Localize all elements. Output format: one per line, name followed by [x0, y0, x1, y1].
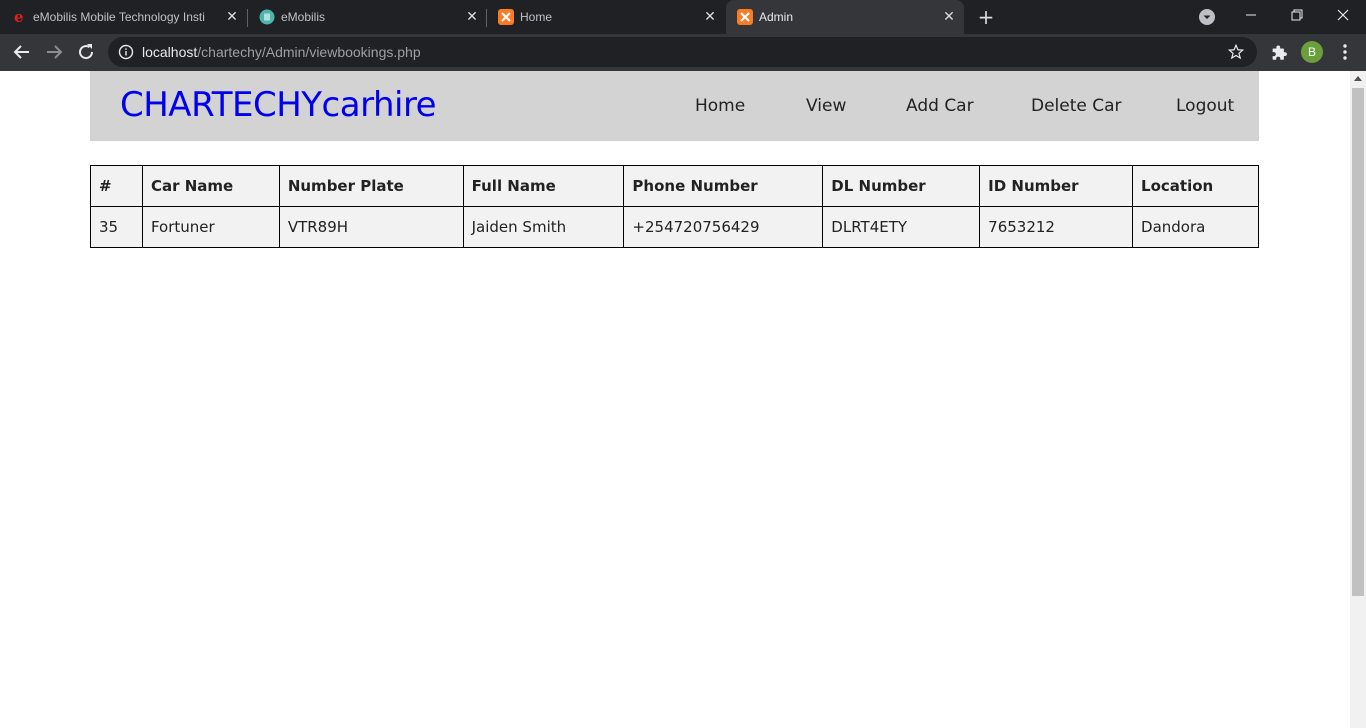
xampp-icon	[737, 9, 753, 25]
tab-title: Home	[520, 10, 553, 24]
vertical-scrollbar[interactable]	[1350, 71, 1366, 728]
xampp-icon	[498, 9, 514, 25]
cell-dl-number: DLRT4ETY	[822, 206, 981, 248]
cell-phone-number: +254720756429	[623, 206, 824, 248]
nav-add-car-link[interactable]: Add Car	[906, 95, 974, 117]
table-header-row: # Car Name Number Plate Full Name Phone …	[90, 165, 1259, 207]
nav-delete-car-link[interactable]: Delete Car	[1031, 95, 1122, 117]
browser-menu-icon[interactable]	[1337, 43, 1353, 61]
cell-location: Dandora	[1132, 206, 1259, 248]
close-tab-icon[interactable]: ✕	[941, 9, 957, 25]
bookings-table: # Car Name Number Plate Full Name Phone …	[90, 165, 1259, 248]
tab-emobilis-institute[interactable]: e eMobilis Mobile Technology Insti ✕	[0, 0, 246, 34]
tab-emobilis[interactable]: eMobilis ✕	[248, 0, 486, 34]
close-tab-icon[interactable]: ✕	[702, 9, 718, 25]
nav-home-link[interactable]: Home	[695, 95, 745, 117]
close-tab-icon[interactable]: ✕	[224, 9, 240, 25]
nav-view-link[interactable]: View	[806, 95, 846, 117]
new-tab-plus-icon[interactable]: +	[976, 7, 996, 27]
col-header-full-name: Full Name	[462, 165, 625, 207]
tab-title: Admin	[759, 10, 794, 24]
browser-tab-strip: e eMobilis Mobile Technology Insti ✕ eMo…	[0, 0, 1366, 34]
cell-booking-id: 35	[90, 206, 143, 248]
window-close-icon[interactable]	[1320, 0, 1366, 30]
col-header-car-name: Car Name	[141, 165, 280, 207]
cell-full-name: Jaiden Smith	[462, 206, 625, 248]
forward-arrow-icon[interactable]	[42, 40, 66, 64]
extensions-puzzle-icon[interactable]	[1270, 44, 1288, 62]
col-header-number-plate: Number Plate	[278, 165, 464, 207]
back-arrow-icon[interactable]	[10, 40, 34, 64]
col-header-id-number: ID Number	[979, 165, 1134, 207]
bookmark-star-icon[interactable]	[1227, 43, 1245, 61]
tab-title: eMobilis Mobile Technology Insti	[33, 10, 205, 24]
svg-text:e: e	[14, 9, 24, 25]
close-tab-icon[interactable]: ✕	[464, 9, 480, 25]
reload-icon[interactable]	[74, 40, 98, 64]
col-header-dl-number: DL Number	[822, 165, 981, 207]
url-path: /chartechy/Admin/viewbookings.php	[197, 44, 421, 60]
tab-admin[interactable]: Admin ✕	[726, 0, 964, 34]
brand-logo-text[interactable]: CHARTECHYcarhire	[120, 85, 437, 125]
profile-avatar[interactable]: B	[1301, 41, 1323, 63]
scrollbar-thumb[interactable]	[1352, 88, 1364, 596]
site-info-icon[interactable]	[118, 44, 134, 60]
scroll-up-arrow-icon[interactable]	[1354, 76, 1362, 81]
emobilis-globe-icon	[259, 9, 275, 25]
page-viewport: CHARTECHYcarhire Home View Add Car Delet…	[0, 71, 1366, 728]
url-host: localhost	[142, 44, 198, 60]
address-bar[interactable]: localhost/chartechy/Admin/viewbookings.p…	[108, 37, 1257, 67]
restore-icon[interactable]	[1274, 0, 1320, 30]
col-header-phone-number: Phone Number	[623, 165, 824, 207]
cell-car-name: Fortuner	[141, 206, 280, 248]
browser-toolbar: localhost/chartechy/Admin/viewbookings.p…	[0, 34, 1366, 71]
col-header-number: #	[90, 165, 143, 207]
emobilis-e-icon: e	[14, 9, 24, 25]
url-text[interactable]: localhost/chartechy/Admin/viewbookings.p…	[142, 44, 421, 60]
table-row: 35 Fortuner VTR89H Jaiden Smith +2547207…	[90, 206, 1259, 248]
nav-logout-link[interactable]: Logout	[1176, 95, 1234, 117]
cell-id-number: 7653212	[979, 206, 1134, 248]
minimize-icon[interactable]	[1228, 0, 1274, 30]
tab-home[interactable]: Home ✕	[487, 0, 725, 34]
site-header: CHARTECHYcarhire Home View Add Car Delet…	[90, 71, 1259, 141]
cell-number-plate: VTR89H	[278, 206, 464, 248]
col-header-location: Location	[1132, 165, 1259, 207]
tab-search-icon[interactable]	[1199, 9, 1215, 25]
tab-title: eMobilis	[281, 10, 326, 24]
